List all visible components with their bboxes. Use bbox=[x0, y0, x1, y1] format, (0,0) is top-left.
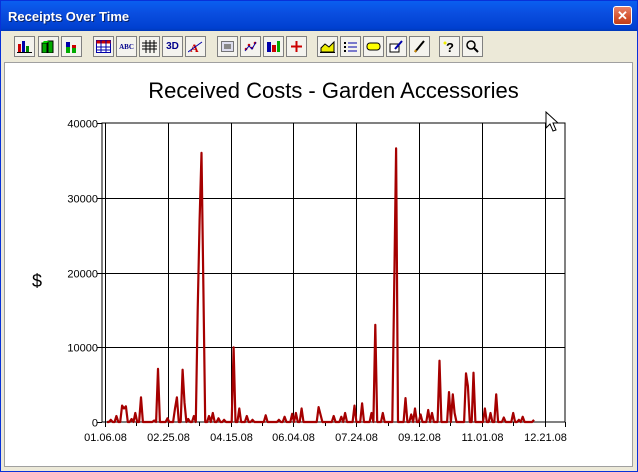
area-chart-button[interactable] bbox=[317, 36, 338, 57]
area-chart-icon bbox=[320, 40, 335, 53]
window-title: Receipts Over Time bbox=[8, 9, 130, 24]
label-icon bbox=[366, 42, 381, 51]
pattern-icon bbox=[221, 41, 234, 52]
x-tick-label: 01.06.08 bbox=[84, 432, 127, 444]
legend-button[interactable] bbox=[340, 36, 361, 57]
series-line bbox=[107, 147, 535, 424]
title-bar[interactable]: Receipts Over Time ✕ bbox=[1, 1, 637, 31]
receipts-window: Receipts Over Time ✕ ABC 3D A bbox=[0, 0, 638, 472]
table-button[interactable] bbox=[139, 36, 160, 57]
crosshair-icon bbox=[291, 41, 302, 52]
3d-view-button[interactable]: 3D bbox=[162, 36, 183, 57]
chart-title: Received Costs - Garden Accessories bbox=[148, 78, 519, 103]
text-button[interactable]: ABC bbox=[116, 36, 137, 57]
scatter-icon bbox=[244, 41, 257, 52]
stacked-bar-button[interactable] bbox=[61, 36, 82, 57]
x-tick-label: 02.25.08 bbox=[147, 432, 190, 444]
chart-area: Received Costs - Garden Accessories $0 100… bbox=[32, 78, 567, 444]
color-button[interactable] bbox=[263, 36, 284, 57]
edit-button[interactable] bbox=[386, 36, 407, 57]
scatter-button[interactable] bbox=[240, 36, 261, 57]
bar-chart-button[interactable] bbox=[14, 36, 35, 57]
chart-toolbar: ABC 3D A bbox=[5, 34, 635, 60]
chart-panel: Received Costs - Garden Accessories $0 100… bbox=[4, 62, 633, 467]
axis-font-icon: A bbox=[188, 41, 203, 53]
crosshair-button[interactable] bbox=[286, 36, 307, 57]
y-tick-label: 0 bbox=[92, 418, 98, 430]
close-button[interactable]: ✕ bbox=[613, 6, 632, 25]
x-tick-label: 04.15.08 bbox=[210, 432, 253, 444]
label-button[interactable] bbox=[363, 36, 384, 57]
stacked-bar-icon bbox=[66, 42, 76, 53]
y-tick-label: 20000 bbox=[67, 269, 98, 281]
data-grid-button[interactable] bbox=[93, 36, 114, 57]
color-icon bbox=[267, 41, 280, 52]
text-abc-icon: ABC bbox=[119, 42, 134, 51]
svg-text:?: ? bbox=[446, 40, 454, 53]
plot-frame bbox=[101, 122, 566, 423]
data-grid-icon bbox=[96, 40, 111, 53]
x-tick-label: 07.24.08 bbox=[335, 432, 378, 444]
3d-bar-icon bbox=[41, 40, 54, 53]
pencil-button[interactable] bbox=[409, 36, 430, 57]
zoom-button[interactable] bbox=[462, 36, 483, 57]
edit-icon bbox=[389, 40, 403, 53]
table-icon bbox=[142, 40, 157, 53]
legend-icon bbox=[344, 42, 357, 52]
y-tick-label: 30000 bbox=[67, 194, 98, 206]
bar-chart-icon bbox=[17, 41, 32, 53]
close-icon: ✕ bbox=[617, 8, 628, 23]
y-tick-label: 40000 bbox=[67, 119, 98, 131]
axis-font-button[interactable]: A bbox=[185, 36, 206, 57]
x-tick-label: 06.04.08 bbox=[272, 432, 315, 444]
mouse-cursor-icon bbox=[545, 111, 560, 132]
help-icon: ? bbox=[443, 40, 454, 53]
pencil-icon bbox=[414, 40, 425, 53]
x-tick-label: 11.01.08 bbox=[461, 432, 503, 444]
y-tick-label: 10000 bbox=[67, 343, 98, 355]
3d-bar-button[interactable] bbox=[38, 36, 59, 57]
x-tick-label: 09.12.08 bbox=[398, 432, 441, 444]
3d-view-icon: 3D bbox=[166, 41, 179, 52]
y-axis-label: $ bbox=[32, 271, 42, 291]
pattern-button[interactable] bbox=[217, 36, 238, 57]
zoom-icon bbox=[466, 40, 479, 53]
help-button[interactable]: ? bbox=[439, 36, 460, 57]
x-tick-label: 12.21.08 bbox=[524, 432, 567, 444]
